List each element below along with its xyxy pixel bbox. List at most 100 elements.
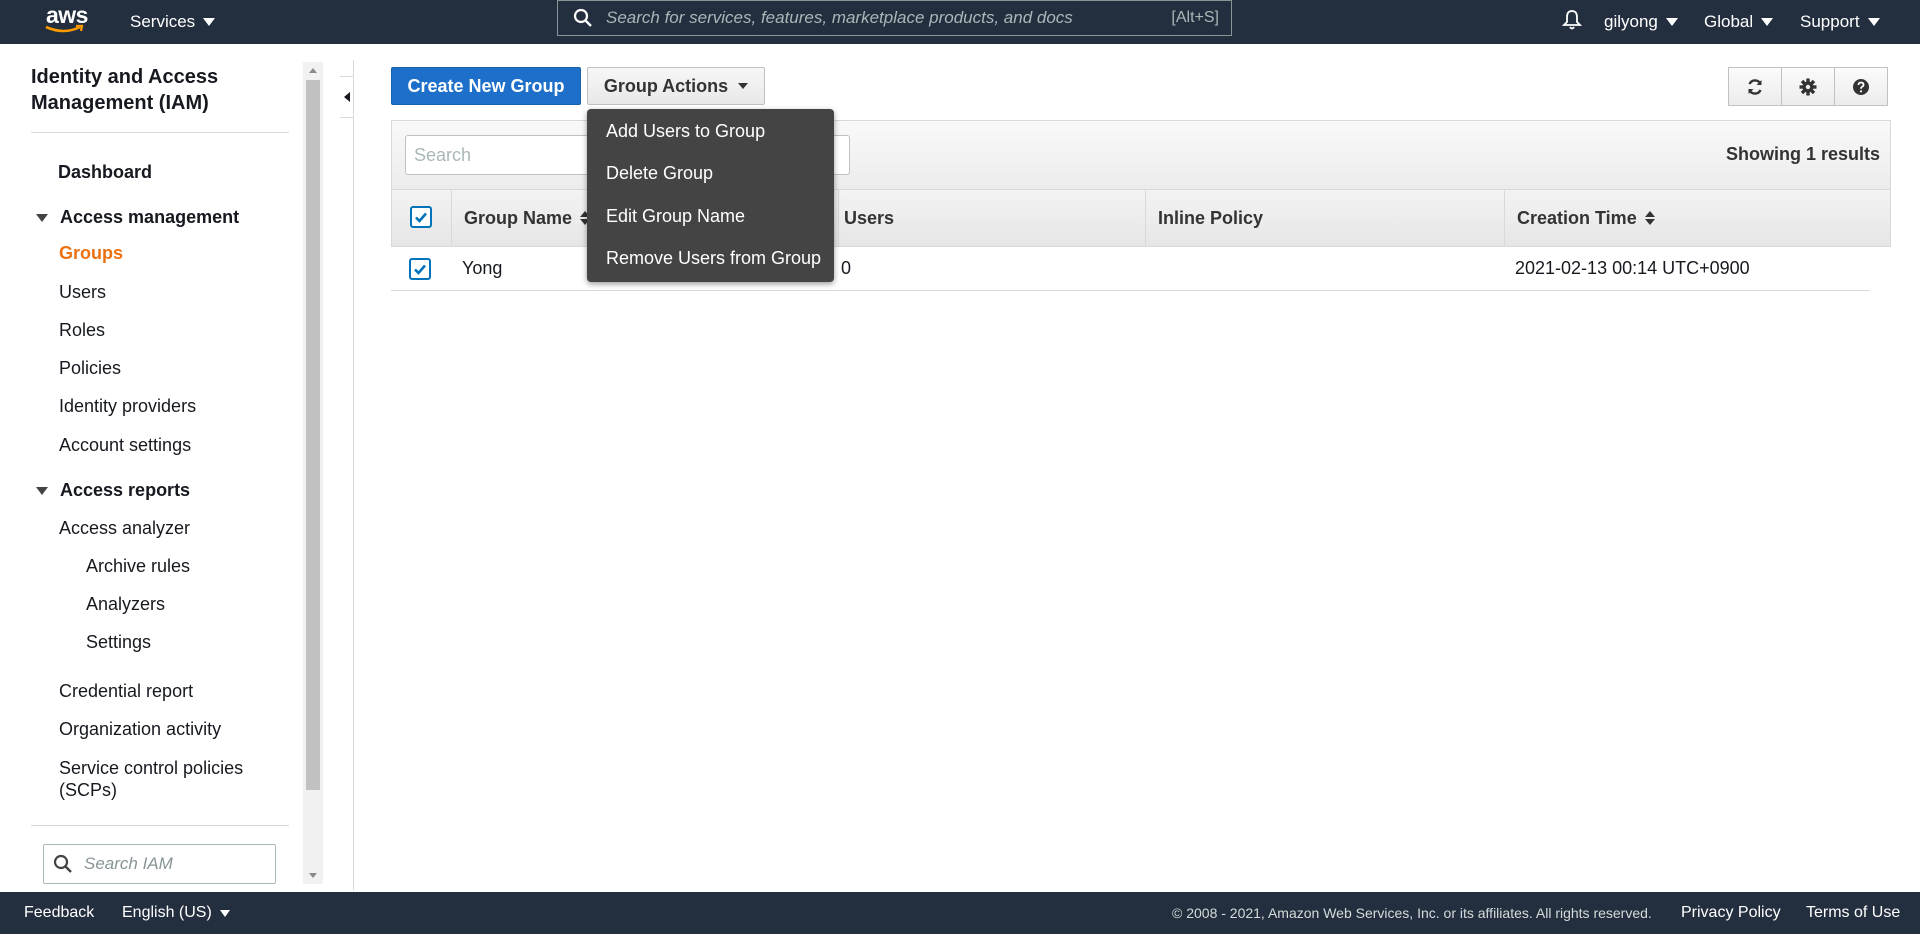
column-header-users[interactable]: Users — [844, 190, 894, 246]
sidebar-item-groups[interactable]: Groups — [59, 243, 123, 264]
caret-down-icon — [36, 486, 48, 495]
account-menu[interactable]: gilyong — [1604, 0, 1678, 44]
sidebar-item-archive-rules[interactable]: Archive rules — [86, 556, 190, 577]
chevron-down-icon — [1665, 18, 1678, 26]
sidebar-section-access-management[interactable]: Access management — [36, 207, 239, 228]
iam-sidebar: Identity and Access Management (IAM) Das… — [0, 44, 323, 892]
sidebar-search-input[interactable]: Search IAM — [43, 844, 276, 884]
terms-of-use-link[interactable]: Terms of Use — [1806, 892, 1900, 934]
scroll-up-arrow-icon[interactable] — [309, 68, 317, 73]
sidebar-title: Identity and Access Management (IAM) — [31, 66, 219, 114]
services-label: Services — [130, 12, 196, 31]
help-icon — [1853, 78, 1869, 95]
checkmark-icon — [414, 264, 426, 275]
sidebar-item-credential-report[interactable]: Credential report — [59, 681, 193, 702]
sidebar-search-placeholder: Search IAM — [84, 854, 173, 873]
services-menu[interactable]: Services — [130, 0, 216, 44]
chevron-down-icon — [1867, 18, 1880, 26]
aws-logo[interactable]: aws — [44, 2, 90, 38]
column-separator — [1145, 190, 1146, 246]
region-menu[interactable]: Global — [1704, 0, 1774, 44]
language-selector[interactable]: English (US) — [122, 892, 230, 934]
sidebar-item-roles[interactable]: Roles — [59, 320, 105, 341]
scrollbar-thumb[interactable] — [306, 80, 320, 790]
caret-down-icon — [36, 213, 48, 222]
sidebar-divider — [31, 825, 289, 826]
section-label: Access management — [60, 207, 240, 227]
checkmark-icon — [415, 212, 427, 223]
feedback-link[interactable]: Feedback — [24, 892, 94, 934]
column-separator — [1504, 190, 1505, 246]
language-label: English (US) — [122, 904, 212, 921]
help-button[interactable] — [1834, 67, 1888, 106]
support-menu[interactable]: Support — [1800, 0, 1880, 44]
column-header-inline-policy[interactable]: Inline Policy — [1158, 190, 1263, 246]
group-actions-label: Group Actions — [603, 75, 729, 96]
region-label: Global — [1704, 12, 1754, 31]
column-header-group-name[interactable]: Group Name — [464, 190, 591, 246]
sidebar-item-settings[interactable]: Settings — [86, 632, 151, 653]
global-search-input[interactable]: Search for services, features, marketpla… — [557, 0, 1232, 36]
sidebar-item-analyzers[interactable]: Analyzers — [86, 594, 165, 615]
sidebar-item-organization-activity[interactable]: Organization activity — [59, 719, 221, 740]
select-all-checkbox[interactable] — [410, 206, 432, 228]
column-header-creation-time[interactable]: Creation Time — [1517, 190, 1655, 246]
column-label: Group Name — [464, 207, 573, 228]
collapse-sidebar-button[interactable] — [340, 76, 354, 118]
group-actions-dropdown: Add Users to Group Delete Group Edit Gro… — [587, 109, 834, 282]
refresh-button[interactable] — [1728, 67, 1782, 106]
refresh-icon — [1748, 78, 1762, 95]
column-separator — [838, 190, 839, 246]
sidebar-scrollbar[interactable] — [303, 62, 323, 884]
chevron-down-icon — [203, 18, 216, 26]
sidebar-item-account-settings[interactable]: Account settings — [59, 435, 191, 456]
menu-item-remove-users-from-group[interactable]: Remove Users from Group — [606, 248, 821, 269]
chevron-down-icon — [1761, 18, 1774, 26]
cell-group-name[interactable]: Yong — [462, 247, 502, 290]
row-checkbox[interactable] — [409, 258, 431, 280]
column-label: Inline Policy — [1158, 207, 1264, 228]
privacy-policy-link[interactable]: Privacy Policy — [1681, 892, 1781, 934]
toolbar-icon-buttons — [1728, 67, 1888, 106]
content-divider — [353, 60, 354, 890]
column-label: Users — [844, 207, 895, 228]
settings-button[interactable] — [1781, 67, 1835, 106]
sidebar-item-scps[interactable]: Service control policies (SCPs) — [59, 757, 269, 801]
results-count: Showing 1 results — [1725, 144, 1880, 164]
cell-users: 0 — [841, 258, 852, 278]
scroll-down-arrow-icon[interactable] — [309, 873, 317, 878]
column-separator — [451, 190, 452, 246]
gear-icon — [1799, 78, 1817, 95]
menu-item-delete-group[interactable]: Delete Group — [606, 163, 713, 184]
table-search-placeholder: Search — [414, 144, 472, 165]
sidebar-item-policies[interactable]: Policies — [59, 358, 121, 379]
top-navigation-bar: aws Services Search for services, featur… — [0, 0, 1920, 44]
sort-icon — [1644, 211, 1655, 225]
search-shortcut-hint: [Alt+S] — [1171, 9, 1219, 26]
menu-item-edit-group-name[interactable]: Edit Group Name — [606, 206, 745, 227]
create-new-group-button[interactable]: Create New Group — [391, 67, 581, 105]
cell-creation-time: 2021-02-13 00:14 UTC+0900 — [1515, 258, 1750, 278]
sidebar-item-identity-providers[interactable]: Identity providers — [59, 396, 196, 417]
aws-smile-icon — [45, 24, 84, 33]
account-label: gilyong — [1604, 12, 1658, 31]
group-actions-button[interactable]: Group Actions — [587, 67, 765, 105]
menu-item-add-users-to-group[interactable]: Add Users to Group — [606, 121, 765, 142]
footer-bar: Feedback English (US) © 2008 - 2021, Ama… — [0, 892, 1920, 934]
caret-left-icon — [343, 92, 350, 102]
copyright-text: © 2008 - 2021, Amazon Web Services, Inc.… — [1172, 905, 1652, 921]
sidebar-item-dashboard[interactable]: Dashboard — [58, 162, 152, 183]
sidebar-item-users[interactable]: Users — [59, 282, 106, 303]
caret-down-icon — [738, 83, 749, 89]
support-label: Support — [1800, 12, 1860, 31]
sidebar-divider — [31, 132, 289, 133]
global-search-placeholder: Search for services, features, marketpla… — [606, 8, 1073, 27]
section-label: Access reports — [60, 480, 191, 500]
search-icon — [573, 8, 592, 27]
sidebar-section-access-reports[interactable]: Access reports — [36, 480, 190, 501]
sidebar-item-access-analyzer[interactable]: Access analyzer — [59, 518, 190, 539]
bell-icon[interactable] — [1560, 8, 1584, 32]
search-icon — [53, 854, 72, 873]
column-label: Creation Time — [1517, 207, 1637, 228]
chevron-down-icon — [219, 909, 230, 917]
